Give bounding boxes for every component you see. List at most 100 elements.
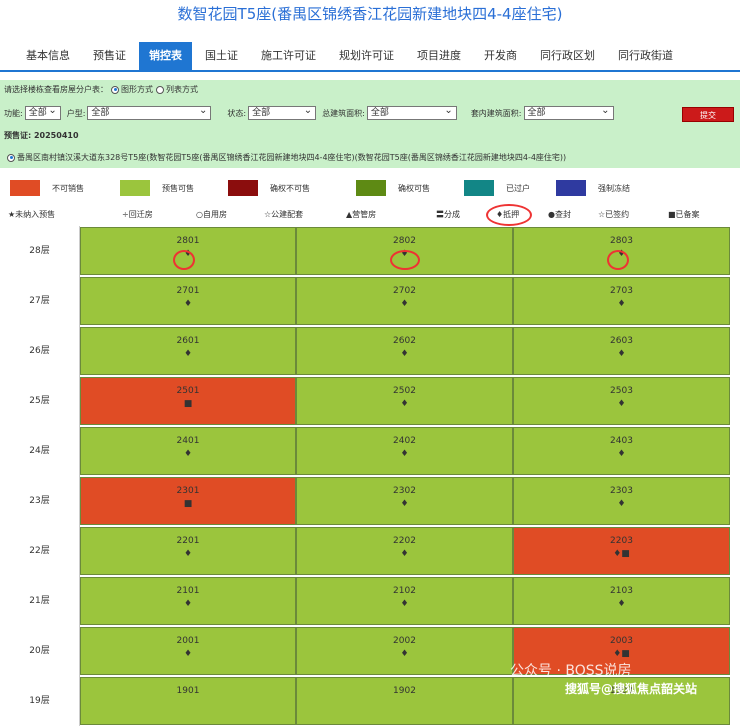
unit-cell[interactable]: 2501 ■: [80, 377, 296, 425]
tab-5[interactable]: 规划许可证: [329, 42, 404, 70]
unit-number: 2402: [393, 436, 416, 446]
unit-cell[interactable]: 2202 ♦: [296, 527, 513, 575]
building-label: 番禺区南村镇汉溪大道东328号T5座(数智花园T5座(番禺区锦绣香江花园新建地块…: [17, 153, 567, 162]
unit-cell[interactable]: 2203 ♦■: [513, 527, 730, 575]
unit-cell[interactable]: 2402 ♦: [296, 427, 513, 475]
floor-label: 26层: [0, 326, 80, 376]
unit-status-mark: ♦: [183, 599, 193, 609]
radio-list[interactable]: [156, 85, 164, 94]
unit-number: 2003: [610, 636, 633, 646]
unit-number: 1902: [393, 686, 416, 696]
unit-cell[interactable]: 2803 ♦: [513, 227, 730, 275]
func-select[interactable]: 全部: [24, 105, 61, 120]
tab-0[interactable]: 基本信息: [16, 42, 80, 70]
area-label: 总建筑面积:: [322, 108, 365, 118]
unit-cell[interactable]: 2201 ♦: [80, 527, 296, 575]
area-select[interactable]: 全部: [366, 105, 457, 120]
unit-cell[interactable]: 2002 ♦: [296, 627, 513, 675]
mode-list-label: 列表方式: [166, 85, 198, 94]
unit-cell[interactable]: 2601 ♦: [80, 327, 296, 375]
legend-label: 确权可售: [398, 183, 430, 193]
unit-cell[interactable]: 2103 ♦: [513, 577, 730, 625]
unit-cell[interactable]: 2301 ■: [80, 477, 296, 525]
unit-cell[interactable]: 1901: [80, 677, 296, 725]
unit-number: 2001: [176, 636, 200, 646]
unit-cell[interactable]: 2403 ♦: [513, 427, 730, 475]
tab-4[interactable]: 施工许可证: [251, 42, 326, 70]
unit-status-mark: ♦: [617, 599, 626, 609]
legend-swatch: [120, 180, 150, 196]
unit-cell[interactable]: 2801 ♦: [80, 227, 296, 275]
unit-cell[interactable]: 2503 ♦: [513, 377, 730, 425]
unit-number: 2502: [393, 386, 416, 396]
unit-status-mark: ♦: [400, 249, 409, 259]
tab-9[interactable]: 同行政街道: [608, 42, 683, 70]
floor-row: 21层 2101 ♦ 2102 ♦ 2103 ♦: [0, 576, 740, 626]
unit-status-mark: ♦■: [613, 549, 630, 559]
legend-swatch: [464, 180, 494, 196]
radio-building[interactable]: [7, 153, 15, 162]
legend-swatch: [556, 180, 586, 196]
tab-1[interactable]: 预售证: [83, 42, 136, 70]
floor-row: 27层 2701 ♦ 2702 ♦ 2703 ♦: [0, 276, 740, 326]
tab-8[interactable]: 同行政区划: [530, 42, 605, 70]
legend-label: 确权不可售: [270, 183, 310, 193]
building-row: 番禺区南村镇汉溪大道东328号T5座(数智花园T5座(番禺区锦绣香江花园新建地块…: [4, 152, 566, 163]
unit-number: 2803: [610, 236, 633, 246]
unit-cell[interactable]: 2102 ♦: [296, 577, 513, 625]
unit-cell[interactable]: 2603 ♦: [513, 327, 730, 375]
legend-label: 不可销售: [52, 183, 84, 193]
unit-cell[interactable]: 2302 ♦: [296, 477, 513, 525]
symbol-legend-item: 〓分成: [436, 210, 460, 219]
symbol-legend-item: ■已备案: [668, 210, 700, 219]
tab-7[interactable]: 开发商: [474, 42, 527, 70]
tab-6[interactable]: 项目进度: [407, 42, 471, 70]
type-select[interactable]: 全部: [87, 105, 212, 120]
legend-item: 强制冻结: [556, 180, 630, 196]
unit-cell[interactable]: 2703 ♦: [513, 277, 730, 325]
unit-status-mark: ♦: [617, 499, 626, 509]
unit-number: 2403: [610, 436, 633, 446]
unit-number: 1901: [176, 686, 200, 696]
unit-cell[interactable]: 2101 ♦: [80, 577, 296, 625]
unit-status-mark: ♦: [183, 549, 193, 559]
unit-number: 2301: [176, 486, 200, 496]
unit-number: 2203: [610, 536, 633, 546]
unit-cell[interactable]: 2701 ♦: [80, 277, 296, 325]
floor-label: 21层: [0, 576, 80, 626]
inner-area-select[interactable]: 全部: [523, 105, 614, 120]
unit-cell[interactable]: 1902: [296, 677, 513, 725]
unit-status-mark: ♦: [183, 649, 193, 659]
unit-status-mark: ♦: [617, 399, 626, 409]
unit-number: 2802: [393, 236, 416, 246]
unit-number: 2701: [176, 286, 200, 296]
unit-cell[interactable]: 2001 ♦: [80, 627, 296, 675]
symbol-legend-item: ☆公建配套: [264, 210, 304, 219]
unit-status-mark: ♦: [617, 249, 626, 259]
legend-label: 已过户: [506, 183, 530, 193]
legend-label: 预售可售: [162, 183, 194, 193]
tab-3[interactable]: 国土证: [195, 42, 248, 70]
permit-no: 预售证: 20250410: [4, 131, 79, 140]
unit-cell[interactable]: 2602 ♦: [296, 327, 513, 375]
legend-item: 预售可售: [120, 180, 194, 196]
radio-graphic[interactable]: [111, 85, 119, 94]
submit-button[interactable]: 提交: [682, 107, 734, 122]
floor-label: 23层: [0, 476, 80, 526]
unit-number: 2303: [610, 486, 633, 496]
unit-cell[interactable]: 2401 ♦: [80, 427, 296, 475]
status-label: 状态:: [227, 108, 247, 118]
unit-cell[interactable]: 2303 ♦: [513, 477, 730, 525]
floor-label: 24层: [0, 426, 80, 476]
status-select[interactable]: 全部: [248, 105, 317, 120]
unit-cell[interactable]: 2502 ♦: [296, 377, 513, 425]
legend-swatch: [10, 180, 40, 196]
unit-number: 2302: [393, 486, 416, 496]
unit-status-mark: ♦: [183, 349, 193, 359]
unit-cell[interactable]: 2702 ♦: [296, 277, 513, 325]
filter-panel: 请选择楼栋查看房屋分户表： 图形方式 列表方式 功能: 全部 户型: 全部 状态…: [0, 80, 740, 168]
unit-cell[interactable]: 2802 ♦: [296, 227, 513, 275]
tab-2[interactable]: 销控表: [139, 42, 192, 70]
mode-graphic-label: 图形方式: [121, 85, 153, 94]
legend-label: 强制冻结: [598, 183, 630, 193]
